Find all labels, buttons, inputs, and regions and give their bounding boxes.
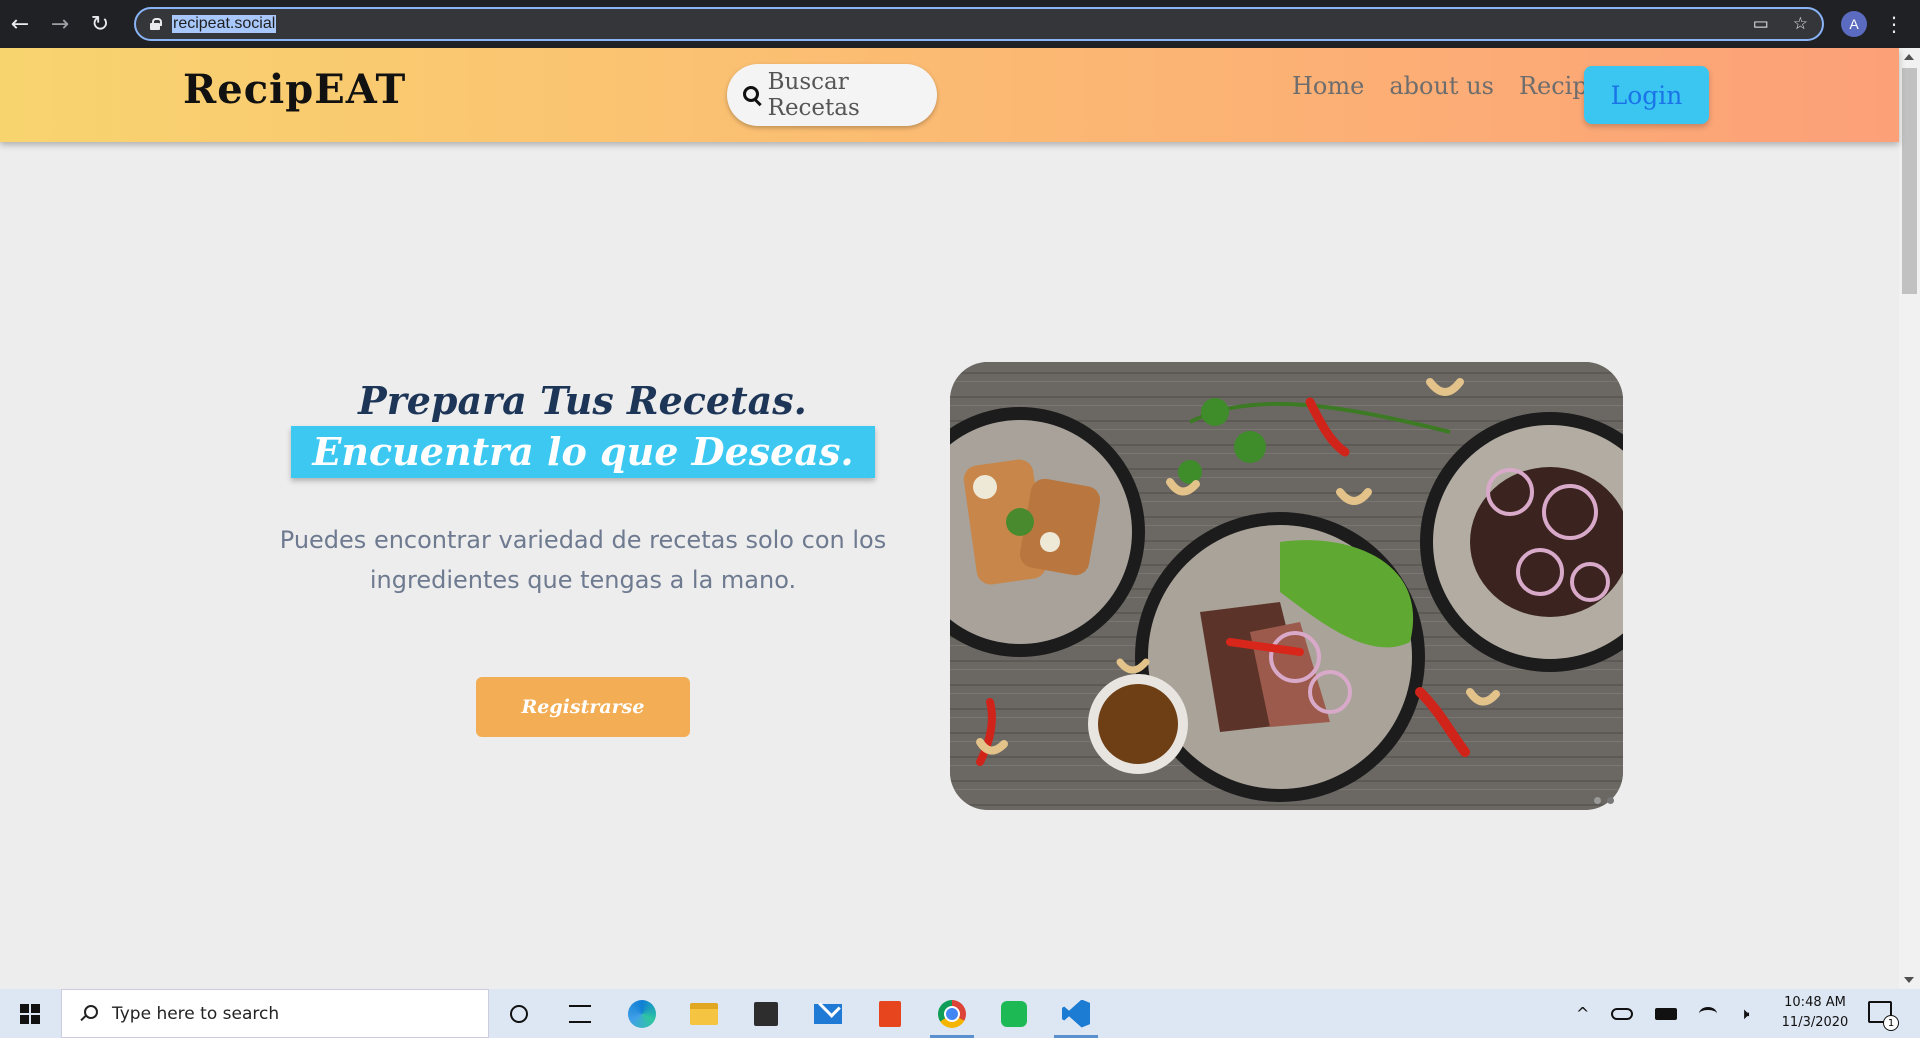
notification-count-badge: 1: [1883, 1015, 1899, 1031]
windows-logo-icon: [20, 1003, 40, 1024]
hero-title-line-1: Prepara Tus Recetas.: [358, 378, 807, 423]
hero-title-line-2: Encuentra lo que Deseas.: [312, 429, 854, 474]
mail-icon[interactable]: [802, 989, 854, 1038]
browser-toolbar: ← → ↻ recipeat.social ▭ ☆ A ⋮: [0, 0, 1920, 48]
clock-time: 10:48 AM: [1784, 995, 1846, 1010]
site-logo[interactable]: RecipEAT: [183, 66, 406, 113]
wifi-icon[interactable]: [1699, 1006, 1718, 1021]
cortana-icon[interactable]: [493, 989, 545, 1038]
store-icon[interactable]: [740, 989, 792, 1038]
bookmark-star-icon[interactable]: ☆: [1793, 14, 1808, 34]
site-header: RecipEAT Buscar Recetas Home about us Re…: [0, 48, 1899, 142]
profile-avatar[interactable]: A: [1841, 11, 1867, 37]
hero-description: Puedes encontrar variedad de recetas sol…: [279, 526, 887, 594]
main-nav: Home about us Recipe: [1292, 72, 1602, 100]
taskbar-clock[interactable]: 10:48 AM 11/3/2020: [1770, 993, 1860, 1033]
search-recipes-button[interactable]: Buscar Recetas: [727, 64, 937, 126]
carousel-dot[interactable]: [1594, 797, 1601, 804]
scroll-thumb[interactable]: [1902, 68, 1917, 294]
nav-about-link[interactable]: about us: [1389, 72, 1494, 100]
search-icon: [741, 84, 762, 106]
back-icon[interactable]: ←: [0, 0, 40, 48]
carousel-dot-active[interactable]: [1607, 797, 1614, 804]
edge-icon[interactable]: [616, 989, 668, 1038]
taskbar-search-box[interactable]: Type here to search: [61, 989, 489, 1038]
office-icon[interactable]: [864, 989, 916, 1038]
task-view-icon[interactable]: [554, 989, 606, 1038]
clock-date: 11/3/2020: [1781, 1015, 1849, 1030]
search-icon: [78, 1004, 98, 1024]
vscode-icon[interactable]: [1050, 989, 1102, 1038]
search-label: Buscar Recetas: [767, 69, 860, 121]
onedrive-icon[interactable]: [1611, 1007, 1634, 1020]
system-tray: ^ 🕨: [1576, 989, 1750, 1038]
reload-icon[interactable]: ↻: [80, 0, 120, 48]
start-button[interactable]: [0, 989, 60, 1038]
windows-taskbar: Type here to search ^ 🕨 10:48 AM 11/3/20…: [0, 989, 1920, 1038]
cast-icon[interactable]: ▭: [1753, 14, 1769, 34]
browser-menu-icon[interactable]: ⋮: [1884, 10, 1904, 38]
register-button[interactable]: Registrarse: [476, 677, 690, 737]
login-button[interactable]: Login: [1584, 66, 1709, 124]
carousel-dots: [1594, 797, 1614, 804]
nav-home-link[interactable]: Home: [1292, 72, 1364, 100]
url-text[interactable]: recipeat.social: [172, 15, 277, 33]
spotify-icon[interactable]: [988, 989, 1040, 1038]
show-hidden-icons-icon[interactable]: ^: [1576, 1004, 1589, 1023]
scroll-up-arrow[interactable]: [1904, 54, 1914, 60]
lock-icon[interactable]: [150, 18, 162, 30]
forward-icon[interactable]: →: [40, 0, 80, 48]
address-bar[interactable]: recipeat.social ▭ ☆: [134, 7, 1824, 41]
chrome-icon[interactable]: [926, 989, 978, 1038]
volume-muted-icon[interactable]: 🕨: [1739, 1004, 1749, 1024]
battery-icon[interactable]: [1655, 1007, 1678, 1020]
taskbar-search-placeholder: Type here to search: [112, 1003, 280, 1024]
file-explorer-icon[interactable]: [678, 989, 730, 1038]
scroll-down-arrow[interactable]: [1904, 977, 1914, 983]
hero-food-image: [950, 362, 1623, 810]
page-scrollbar[interactable]: [1899, 48, 1920, 989]
